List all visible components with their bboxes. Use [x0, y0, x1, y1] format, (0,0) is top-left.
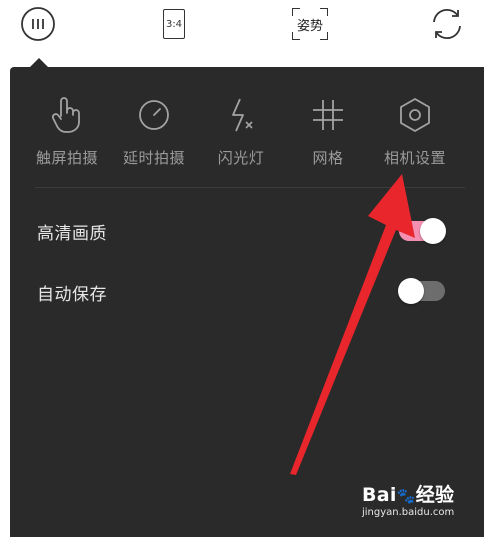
watermark-url: jingyan.baidu.com — [362, 507, 455, 518]
paw-icon: 🐾 — [396, 487, 416, 505]
baidu-watermark: Bai🐾经验 jingyan.baidu.com — [362, 480, 454, 518]
red-arrow-annotation — [290, 174, 415, 475]
watermark-brand-prefix: Bai — [362, 484, 397, 506]
watermark-brand-suffix: 经验 — [415, 484, 455, 506]
